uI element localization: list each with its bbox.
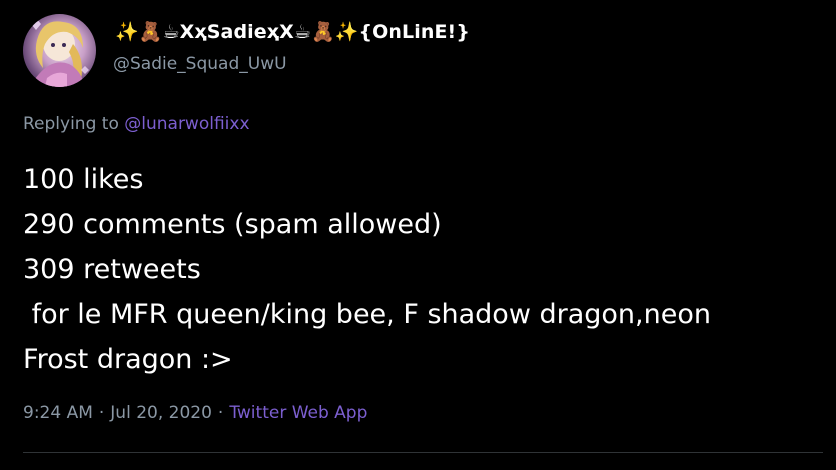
tweet-time[interactable]: 9:24 AM bbox=[23, 403, 93, 423]
tweet: ✨🧸☕XҳSadieҳX☕🧸✨{OnLinE!} @Sadie_Squad_Uw… bbox=[0, 0, 836, 470]
avatar[interactable] bbox=[23, 14, 96, 87]
display-name[interactable]: ✨🧸☕XҳSadieҳX☕🧸✨{OnLinE!} bbox=[115, 20, 470, 43]
tweet-metadata: 9:24 AM · Jul 20, 2020 · Twitter Web App bbox=[23, 403, 367, 423]
name-status: {OnLinE!} bbox=[358, 21, 470, 43]
tweet-line: 290 comments (spam allowed) bbox=[23, 209, 442, 240]
tweet-line: Frost dragon :> bbox=[23, 344, 233, 375]
replying-to-link[interactable]: @lunarwolfiixx bbox=[124, 114, 249, 134]
avatar-image bbox=[31, 18, 89, 87]
meta-separator: · bbox=[98, 403, 105, 423]
user-handle[interactable]: @Sadie_Squad_UwU bbox=[113, 54, 287, 74]
tweet-line: for le MFR queen/king bee, F shadow drag… bbox=[23, 299, 711, 330]
meta-separator: · bbox=[217, 403, 224, 423]
tweet-date[interactable]: Jul 20, 2020 bbox=[110, 403, 212, 423]
name-text: XҳSadieҳX bbox=[179, 21, 294, 43]
tweet-line: 309 retweets bbox=[23, 254, 201, 285]
name-prefix-emoji: ✨🧸☕ bbox=[115, 21, 180, 43]
divider bbox=[23, 452, 823, 453]
source-app-link[interactable]: Twitter Web App bbox=[229, 403, 367, 423]
replying-to: Replying to @lunarwolfiixx bbox=[23, 114, 250, 134]
replying-label: Replying to bbox=[23, 114, 119, 134]
tweet-text: 100 likes 290 comments (spam allowed) 30… bbox=[23, 157, 823, 382]
name-suffix-emoji: ☕🧸✨ bbox=[293, 21, 359, 43]
tweet-line: 100 likes bbox=[23, 164, 144, 195]
